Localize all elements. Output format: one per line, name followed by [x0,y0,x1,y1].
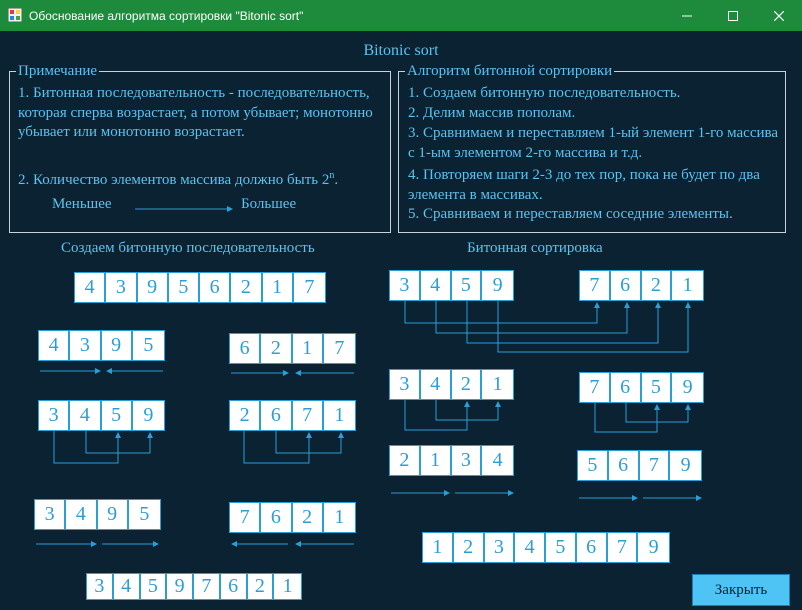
connectors [36,301,702,547]
close-button[interactable]: Закрыть [692,574,790,606]
